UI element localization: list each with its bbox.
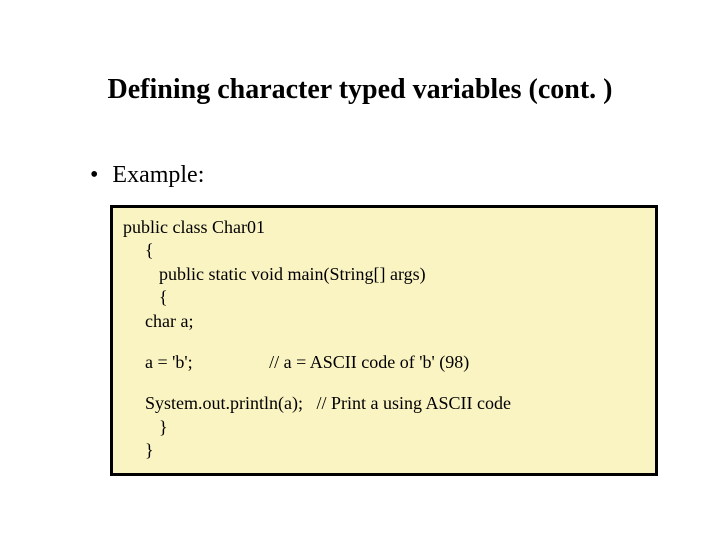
code-line: }	[123, 416, 645, 439]
slide-title: Defining character typed variables (cont…	[60, 74, 660, 106]
code-line: a = 'b'; // a = ASCII code of 'b' (98)	[123, 351, 645, 374]
code-line: System.out.println(a); // Print a using …	[123, 392, 645, 415]
code-line: public class Char01	[123, 216, 645, 239]
blank-line	[123, 333, 645, 351]
slide: Defining character typed variables (cont…	[0, 0, 720, 476]
code-line: {	[123, 239, 645, 262]
bullet-item: • Example:	[90, 162, 660, 189]
code-line: char a;	[123, 310, 645, 333]
code-line: }	[123, 439, 645, 462]
blank-line	[123, 374, 645, 392]
code-line: {	[123, 286, 645, 309]
code-line: public static void main(String[] args)	[123, 263, 645, 286]
bullet-dot-icon: •	[90, 163, 98, 187]
bullet-text: Example:	[112, 162, 204, 189]
code-box: public class Char01 { public static void…	[110, 205, 658, 476]
